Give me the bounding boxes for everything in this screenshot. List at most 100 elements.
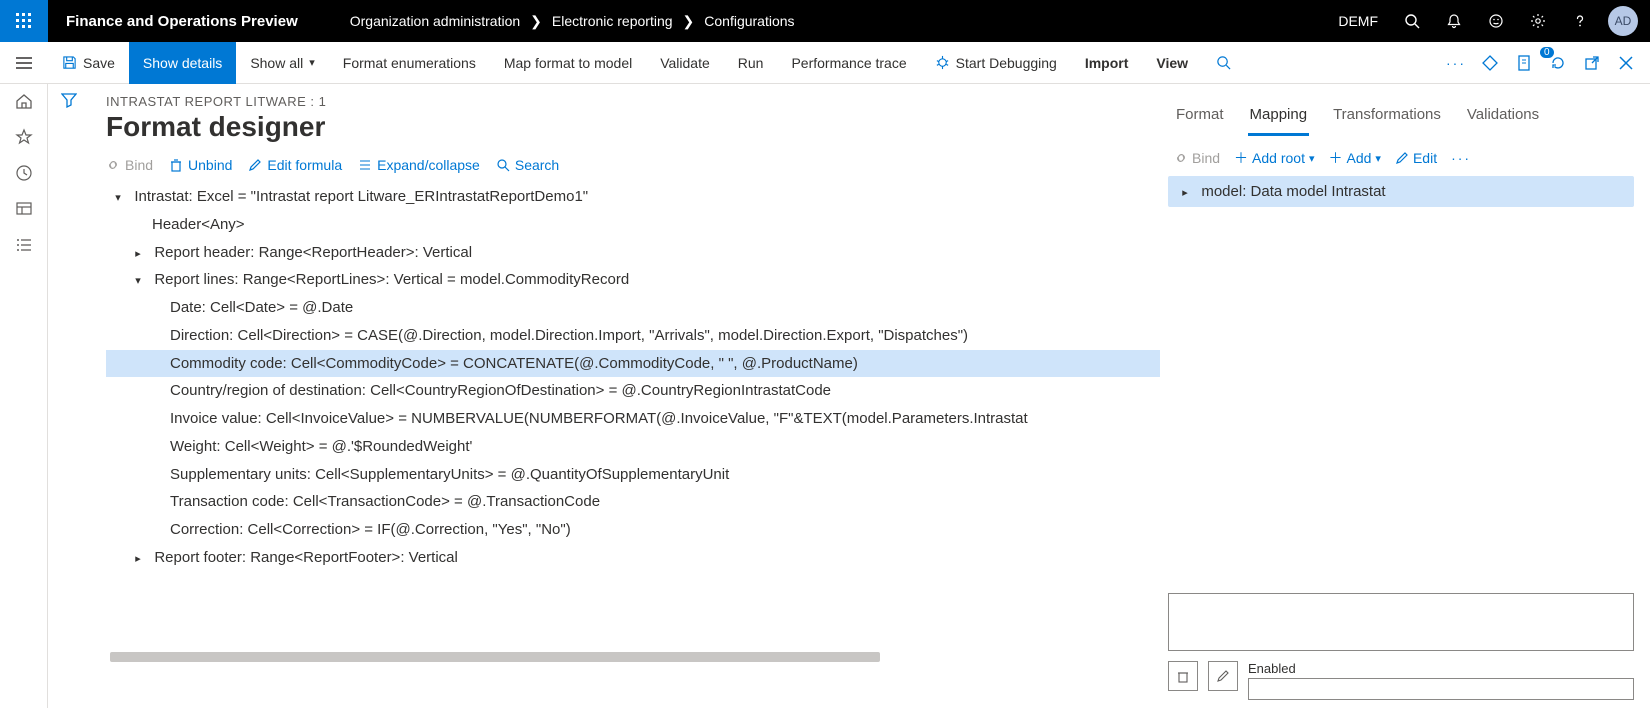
close-button[interactable] xyxy=(1614,56,1638,70)
attach-button[interactable] xyxy=(1512,55,1536,71)
page-supertitle: INTRASTAT REPORT LITWARE : 1 xyxy=(106,94,1160,109)
tree-node-direction[interactable]: Direction: Cell<Direction> = CASE(@.Dire… xyxy=(106,322,1160,350)
import-button[interactable]: Import xyxy=(1071,42,1143,84)
tree-node-trans[interactable]: Transaction code: Cell<TransactionCode> … xyxy=(106,488,1160,516)
tree-node-label: Report lines: Range<ReportLines>: Vertic… xyxy=(154,271,629,288)
settings-button[interactable] xyxy=(1524,7,1552,35)
filter-button[interactable] xyxy=(61,92,77,708)
breadcrumb-item[interactable]: Organization administration xyxy=(344,13,526,29)
run-button[interactable]: Run xyxy=(724,42,778,84)
more-icon: ··· xyxy=(1446,55,1466,71)
tab-validations[interactable]: Validations xyxy=(1465,100,1541,136)
start-debugging-button[interactable]: Start Debugging xyxy=(921,42,1071,84)
tree-node-label: Report footer: Range<ReportFooter>: Vert… xyxy=(154,549,458,566)
format-enumerations-button[interactable]: Format enumerations xyxy=(329,42,490,84)
search-icon xyxy=(1404,13,1420,29)
tree-node-invoice[interactable]: Invoice value: Cell<InvoiceValue> = NUMB… xyxy=(106,405,1160,433)
breadcrumb-item[interactable]: Configurations xyxy=(698,13,800,29)
close-icon xyxy=(1619,56,1633,70)
attach-count[interactable]: 0 xyxy=(1546,55,1570,71)
unbind-link[interactable]: Unbind xyxy=(169,157,232,173)
tab-transformations[interactable]: Transformations xyxy=(1331,100,1443,136)
office-button[interactable] xyxy=(1478,55,1502,71)
home-nav[interactable] xyxy=(15,92,33,110)
tree-node-report-footer[interactable]: ▸ Report footer: Range<ReportFooter>: Ve… xyxy=(106,544,1160,572)
app-launcher-button[interactable] xyxy=(0,0,48,42)
horizontal-scrollbar[interactable] xyxy=(110,652,880,662)
tab-format[interactable]: Format xyxy=(1174,100,1226,136)
tree-node-country[interactable]: Country/region of destination: Cell<Coun… xyxy=(106,377,1160,405)
pencil-icon xyxy=(1395,151,1409,165)
bind-link: Bind xyxy=(106,157,153,173)
validate-button[interactable]: Validate xyxy=(646,42,724,84)
bind-label: Bind xyxy=(125,157,153,173)
map-more-button[interactable]: ··· xyxy=(1451,150,1471,166)
details-textbox[interactable] xyxy=(1168,593,1634,651)
tree-node-commodity-selected[interactable]: Commodity code: Cell<CommodityCode> = CO… xyxy=(106,350,1160,378)
attach-badge: 0 xyxy=(1540,47,1554,58)
save-button[interactable]: Save xyxy=(48,42,129,84)
tree-node-date[interactable]: Date: Cell<Date> = @.Date xyxy=(106,294,1160,322)
left-nav-rail xyxy=(0,84,48,708)
bell-icon xyxy=(1446,13,1462,29)
show-all-button[interactable]: Show all ▾ xyxy=(236,42,328,84)
format-toolbar: Bind Unbind Edit formula Expand/collapse… xyxy=(106,157,1160,173)
link-icon xyxy=(106,158,120,172)
notifications-button[interactable] xyxy=(1440,7,1468,35)
company-code[interactable]: DEMF xyxy=(1338,13,1384,29)
popout-icon xyxy=(1584,55,1600,71)
waffle-icon xyxy=(16,13,32,29)
tab-label: Validations xyxy=(1467,106,1539,123)
tree-node-report-lines[interactable]: ▾ Report lines: Range<ReportLines>: Vert… xyxy=(106,266,1160,294)
user-avatar[interactable]: AD xyxy=(1608,6,1638,36)
search-link[interactable]: Search xyxy=(496,157,559,173)
tree-node-report-header[interactable]: ▸ Report header: Range<ReportHeader>: Ve… xyxy=(106,239,1160,267)
edit-link[interactable]: Edit xyxy=(1395,150,1437,166)
tree-node-weight[interactable]: Weight: Cell<Weight> = @.'$RoundedWeight… xyxy=(106,433,1160,461)
mapping-tree-root[interactable]: ▸ model: Data model Intrastat xyxy=(1168,176,1634,207)
unbind-label: Unbind xyxy=(188,157,232,173)
enabled-input[interactable] xyxy=(1248,678,1634,700)
tree-node-label: Invoice value: Cell<InvoiceValue> = NUMB… xyxy=(170,405,1028,433)
plus-icon: ＋ xyxy=(1234,148,1248,168)
delete-binding-button[interactable] xyxy=(1168,661,1198,691)
tree-node-corr[interactable]: Correction: Cell<Correction> = IF(@.Corr… xyxy=(106,516,1160,544)
workspace-icon xyxy=(15,200,33,218)
chevron-down-icon: ▾ xyxy=(1375,152,1381,165)
tree-node-root[interactable]: ▾ Intrastat: Excel = "Intrastat report L… xyxy=(106,183,1160,211)
feedback-button[interactable] xyxy=(1482,7,1510,35)
clock-icon xyxy=(15,164,33,182)
help-icon xyxy=(1572,13,1588,29)
start-debug-label: Start Debugging xyxy=(956,55,1057,71)
search-command-button[interactable] xyxy=(1202,42,1245,84)
tree-node-supp[interactable]: Supplementary units: Cell<SupplementaryU… xyxy=(106,461,1160,489)
tab-mapping[interactable]: Mapping xyxy=(1248,100,1310,136)
popout-button[interactable] xyxy=(1580,55,1604,71)
performance-trace-button[interactable]: Performance trace xyxy=(777,42,920,84)
search-button[interactable] xyxy=(1398,7,1426,35)
nav-toggle-button[interactable] xyxy=(0,56,48,70)
expand-collapse-link[interactable]: Expand/collapse xyxy=(358,157,480,173)
more-button[interactable]: ··· xyxy=(1444,55,1468,71)
edit-formula-link[interactable]: Edit formula xyxy=(248,157,342,173)
debug-icon xyxy=(935,55,950,70)
recent-nav[interactable] xyxy=(15,164,33,182)
modules-nav[interactable] xyxy=(15,236,33,254)
edit-binding-button[interactable] xyxy=(1208,661,1238,691)
tree-node-label: Weight: Cell<Weight> = @.'$RoundedWeight… xyxy=(170,438,472,455)
tree-node-header[interactable]: Header<Any> xyxy=(106,211,1160,239)
favorites-nav[interactable] xyxy=(15,128,33,146)
add-link[interactable]: ＋ Add ▾ xyxy=(1329,148,1381,168)
breadcrumb-item[interactable]: Electronic reporting xyxy=(546,13,679,29)
map-format-button[interactable]: Map format to model xyxy=(490,42,646,84)
add-root-label: Add root xyxy=(1252,150,1305,166)
view-button[interactable]: View xyxy=(1142,42,1202,84)
help-button[interactable] xyxy=(1566,7,1594,35)
tree-node-label: Correction: Cell<Correction> = IF(@.Corr… xyxy=(170,521,571,538)
tree-node-label: Commodity code: Cell<CommodityCode> = CO… xyxy=(126,355,858,372)
workspaces-nav[interactable] xyxy=(15,200,33,218)
perf-trace-label: Performance trace xyxy=(791,55,906,71)
show-details-button[interactable]: Show details xyxy=(129,42,236,84)
save-icon xyxy=(62,55,77,70)
add-root-link[interactable]: ＋ Add root ▾ xyxy=(1234,148,1314,168)
